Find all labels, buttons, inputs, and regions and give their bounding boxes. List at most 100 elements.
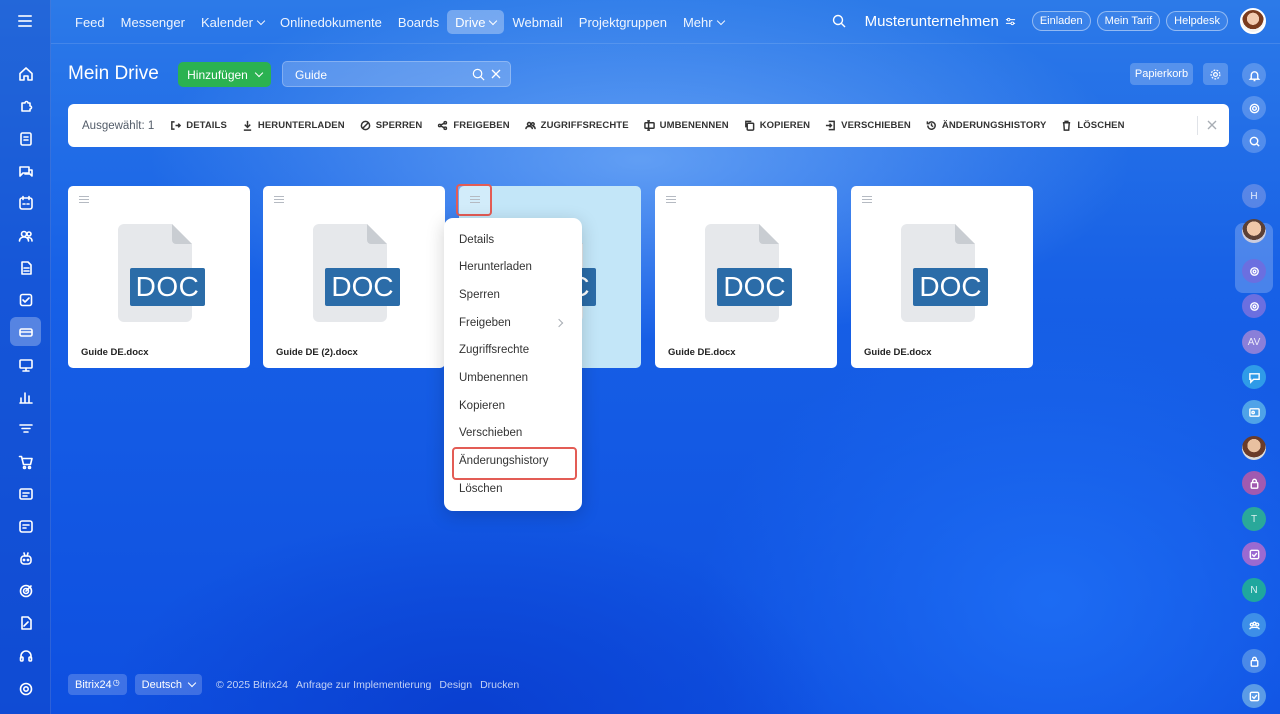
- action-lock[interactable]: SPERREN: [360, 120, 423, 131]
- search-input[interactable]: Guide: [282, 61, 511, 87]
- file-card[interactable]: DOC Guide DE (2).docx: [263, 186, 445, 368]
- brand-button[interactable]: Bitrix24 ◷: [68, 674, 127, 695]
- calendar-icon[interactable]: [13, 190, 38, 215]
- action-rename[interactable]: UMBENENNEN: [643, 120, 729, 131]
- presentation-icon[interactable]: [13, 352, 38, 377]
- schedule-icon[interactable]: [13, 513, 38, 538]
- nav-onlinedokumente[interactable]: Onlinedokumente: [272, 10, 390, 34]
- file-name[interactable]: Guide DE (2).docx: [276, 347, 358, 358]
- clear-icon[interactable]: [489, 67, 503, 81]
- menu-item-move[interactable]: Verschieben: [459, 425, 522, 441]
- menu-item-delete[interactable]: Löschen: [459, 481, 502, 497]
- action-permissions[interactable]: ZUGRIFFSRECHTE: [524, 120, 629, 131]
- menu-item-details[interactable]: Details: [459, 232, 494, 248]
- document-icon[interactable]: [13, 255, 38, 280]
- copilot-chat-icon[interactable]: [1242, 259, 1266, 283]
- task-chat-icon[interactable]: [1242, 684, 1266, 708]
- task-chat-icon[interactable]: [1242, 542, 1266, 566]
- file-name[interactable]: Guide DE.docx: [668, 347, 736, 358]
- helpdesk-button[interactable]: Helpdesk: [1166, 11, 1228, 31]
- copilot-chat-icon[interactable]: [1242, 294, 1266, 318]
- file-card[interactable]: DOC Guide DE.docx: [655, 186, 837, 368]
- chat-avatar-h[interactable]: H: [1242, 184, 1266, 208]
- menu-item-lock[interactable]: Sperren: [459, 287, 500, 303]
- menu-item-download[interactable]: Herunterladen: [459, 259, 532, 275]
- invite-button[interactable]: Einladen: [1031, 11, 1091, 31]
- footer: Bitrix24 ◷ Deutsch © 2025 Bitrix24 Anfrag…: [68, 674, 519, 695]
- tasks-icon[interactable]: [13, 126, 38, 151]
- drag-handle-icon[interactable]: [666, 196, 676, 204]
- close-icon[interactable]: [1205, 118, 1219, 132]
- menu-item-copy[interactable]: Kopieren: [459, 398, 505, 414]
- menu-item-permissions[interactable]: Zugriffsrechte: [459, 342, 529, 358]
- tariff-button[interactable]: Mein Tarif: [1096, 11, 1161, 31]
- footer-link-implementation[interactable]: Anfrage zur Implementierung: [296, 679, 431, 691]
- action-download[interactable]: HERUNTERLADEN: [242, 120, 345, 131]
- target-icon[interactable]: [13, 578, 38, 603]
- chat-avatar-t[interactable]: T: [1242, 507, 1266, 531]
- action-copy[interactable]: KOPIEREN: [744, 120, 810, 131]
- search-icon[interactable]: [831, 13, 847, 29]
- nav-feed[interactable]: Feed: [67, 10, 113, 34]
- menu-icon[interactable]: [18, 15, 32, 27]
- group-chat-icon[interactable]: [1242, 613, 1266, 637]
- cart-icon[interactable]: [13, 449, 38, 474]
- action-history[interactable]: ÄNDERUNGSHISTORY: [926, 120, 1047, 131]
- analytics-icon[interactable]: [13, 384, 38, 409]
- menu-item-rename[interactable]: Umbenennen: [459, 370, 528, 386]
- menu-item-share[interactable]: Freigeben: [459, 315, 511, 331]
- checkbox-icon[interactable]: [13, 287, 38, 312]
- chat-icon[interactable]: [13, 158, 38, 183]
- drag-handle-icon[interactable]: [862, 196, 872, 204]
- user-avatar[interactable]: [1240, 8, 1266, 34]
- add-button[interactable]: Hinzufügen: [178, 62, 271, 87]
- drag-handle-icon[interactable]: [274, 196, 284, 204]
- file-name[interactable]: Guide DE.docx: [864, 347, 932, 358]
- settings-icon[interactable]: [13, 676, 38, 701]
- file-name[interactable]: Guide DE.docx: [81, 347, 149, 358]
- company-name[interactable]: Musterunternehmen: [865, 13, 1016, 30]
- search-icon[interactable]: [471, 67, 486, 82]
- file-card[interactable]: DOC Guide DE.docx: [851, 186, 1033, 368]
- settings-button[interactable]: [1203, 63, 1228, 85]
- robot-icon[interactable]: [13, 546, 38, 571]
- contact-card-icon[interactable]: [13, 481, 38, 506]
- nav-projektgruppen[interactable]: Projektgruppen: [571, 10, 675, 34]
- contact-icon[interactable]: [1242, 400, 1266, 424]
- drive-icon[interactable]: [10, 317, 41, 346]
- users-icon[interactable]: [13, 223, 38, 248]
- nav-mehr[interactable]: Mehr: [675, 10, 732, 34]
- drag-handle-icon[interactable]: [79, 196, 89, 204]
- action-details[interactable]: DETAILS: [170, 120, 227, 131]
- chat-avatar-av[interactable]: AV: [1242, 330, 1266, 354]
- chat-avatar[interactable]: [1242, 436, 1266, 460]
- nav-kalender[interactable]: Kalender: [193, 10, 272, 34]
- footer-link-design[interactable]: Design: [439, 679, 472, 691]
- funnel-icon[interactable]: [13, 416, 38, 441]
- nav-drive[interactable]: Drive: [447, 10, 505, 34]
- search-chat-icon[interactable]: [1242, 129, 1266, 153]
- nav-messenger[interactable]: Messenger: [113, 10, 193, 34]
- file-card[interactable]: DOC Guide DE.docx: [68, 186, 250, 368]
- footer-link-print[interactable]: Drucken: [480, 679, 519, 691]
- chat-avatar[interactable]: [1242, 219, 1266, 243]
- nav-boards[interactable]: Boards: [390, 10, 447, 34]
- nav-webmail[interactable]: Webmail: [504, 10, 570, 34]
- drag-handle-icon[interactable]: [470, 196, 480, 204]
- headset-icon[interactable]: [13, 643, 38, 668]
- chat-avatar-n[interactable]: N: [1242, 578, 1266, 602]
- trash-button[interactable]: Papierkorb: [1130, 63, 1193, 85]
- bell-icon[interactable]: [1242, 63, 1266, 87]
- lock-icon[interactable]: [1242, 649, 1266, 673]
- action-share[interactable]: FREIGEBEN: [437, 120, 510, 131]
- lock-icon[interactable]: [1242, 471, 1266, 495]
- copilot-icon[interactable]: [1242, 96, 1266, 120]
- sign-icon[interactable]: [13, 610, 38, 635]
- puzzle-icon[interactable]: [13, 93, 38, 118]
- action-delete[interactable]: LÖSCHEN: [1061, 120, 1124, 131]
- chat-bubble-icon[interactable]: [1242, 365, 1266, 389]
- action-move[interactable]: VERSCHIEBEN: [825, 120, 911, 131]
- language-select[interactable]: Deutsch: [134, 674, 203, 695]
- divider: [1197, 116, 1198, 135]
- home-icon[interactable]: [13, 61, 38, 86]
